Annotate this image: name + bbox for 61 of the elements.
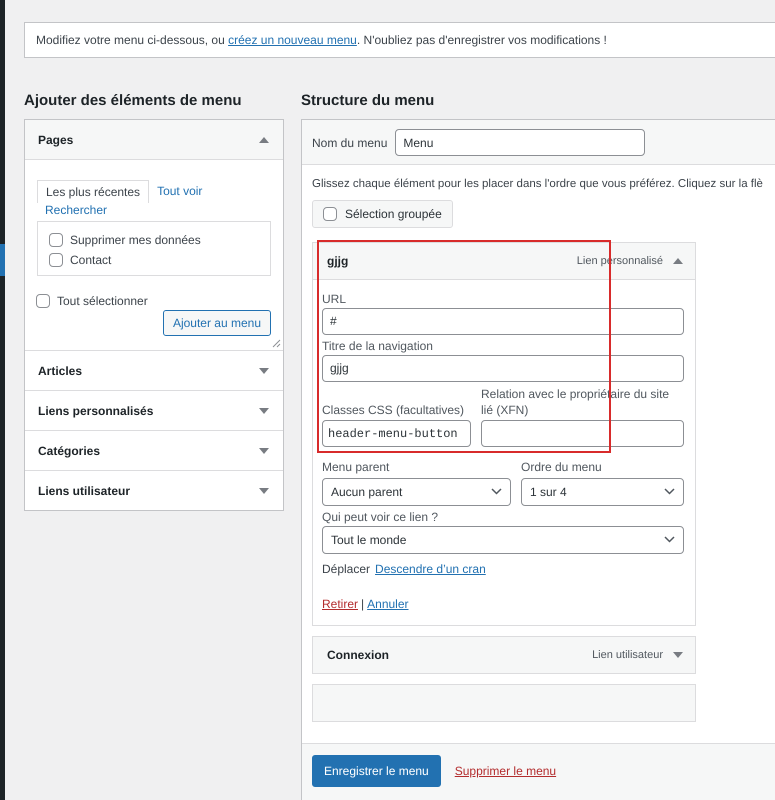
menu-item-header[interactable]: Connexion Lien utilisateur [313,636,695,672]
menu-name-field[interactable]: Menu [395,129,646,156]
field-label: Qui peut voir ce lien ? [322,510,440,524]
expand-arrow-icon [259,448,269,454]
field-label: Classes CSS (facultatives) [322,402,466,418]
save-menu-button[interactable]: Enregistrer le menu [312,755,441,787]
accordion-header[interactable]: Pages [25,120,283,160]
url-field[interactable]: # [322,308,684,335]
xfn-field[interactable] [481,420,684,448]
checkbox[interactable] [49,253,63,267]
checkbox[interactable] [36,294,50,308]
remove-link[interactable]: Retirer [322,596,358,610]
expand-arrow-icon [259,408,269,414]
notice-text: Modifiez votre menu ci-dessous, ou créez un nouveau menu. N'oubliez pas d'enregistrer vos modifications ! [36,33,608,47]
checkbox-label: Contact [70,253,112,267]
delete-menu-link[interactable]: Supprimer le menu [454,764,556,778]
accordion-title: Articles [38,364,82,378]
field-label: Menu parent [322,459,390,476]
field-label: Ordre du menu [521,459,603,476]
visibility-select[interactable]: Tout le monde [322,526,684,554]
collapse-arrow-icon [259,136,269,142]
tab[interactable]: Les plus récentes [37,180,150,203]
accordion-title: Pages [38,132,74,146]
accordion-title: Catégories [38,444,100,458]
checkbox-label: Supprimer mes données [70,233,201,247]
checkbox-label: Tout sélectionner [57,294,148,308]
separator-text: | [361,596,364,610]
move-down-link[interactable]: Descendre d’un cran [375,562,486,576]
add-to-menu-button[interactable]: Ajouter au menu [162,310,271,336]
menu-item-title: Connexion [327,648,390,662]
collapse-arrow-icon[interactable] [673,258,683,264]
checkbox[interactable] [49,233,63,247]
navigation-title-field[interactable]: gjjg [322,354,684,382]
expand-arrow-icon[interactable] [673,652,683,658]
expand-arrow-icon [259,488,269,494]
section-heading: Ajouter des éléments de menu [24,92,243,109]
resize-grip-icon[interactable] [272,339,281,348]
tab[interactable]: Rechercher [37,203,116,221]
cancel-link[interactable]: Annuler [367,596,409,610]
accordion-title: Liens utilisateur [38,484,130,498]
order-select[interactable]: 1 sur 4 [521,478,684,506]
bulk-select-button[interactable]: Sélection groupée [312,200,453,228]
instructions-text: Glissez chaque élément pour les placer dans l'ordre que vous préférez. Cliquez sur la flè [312,177,764,192]
chevron-down-icon [664,488,675,495]
css-classes-field[interactable]: header-menu-button [322,420,471,448]
move-label: Déplacer [322,562,370,576]
expand-arrow-icon [259,368,269,374]
chevron-down-icon [491,488,502,495]
tab[interactable]: Tout voir [149,180,210,203]
field-label: Titre de la navigation [322,338,434,353]
menu-item-type: Lien utilisateur [592,648,663,660]
menu-item-title: gjjg [327,254,350,268]
section-heading: Structure du menu [301,92,436,109]
field-label: URL [322,292,348,306]
accordion-title: Liens personnalisés [38,404,154,418]
selection-marker [0,244,5,276]
field-label: Nom du menu [312,136,388,150]
chevron-down-icon [664,536,675,543]
create-menu-link[interactable]: créez un nouveau menu [228,33,357,47]
checkbox[interactable] [323,206,337,221]
parent-select[interactable]: Aucun parent [322,478,511,506]
